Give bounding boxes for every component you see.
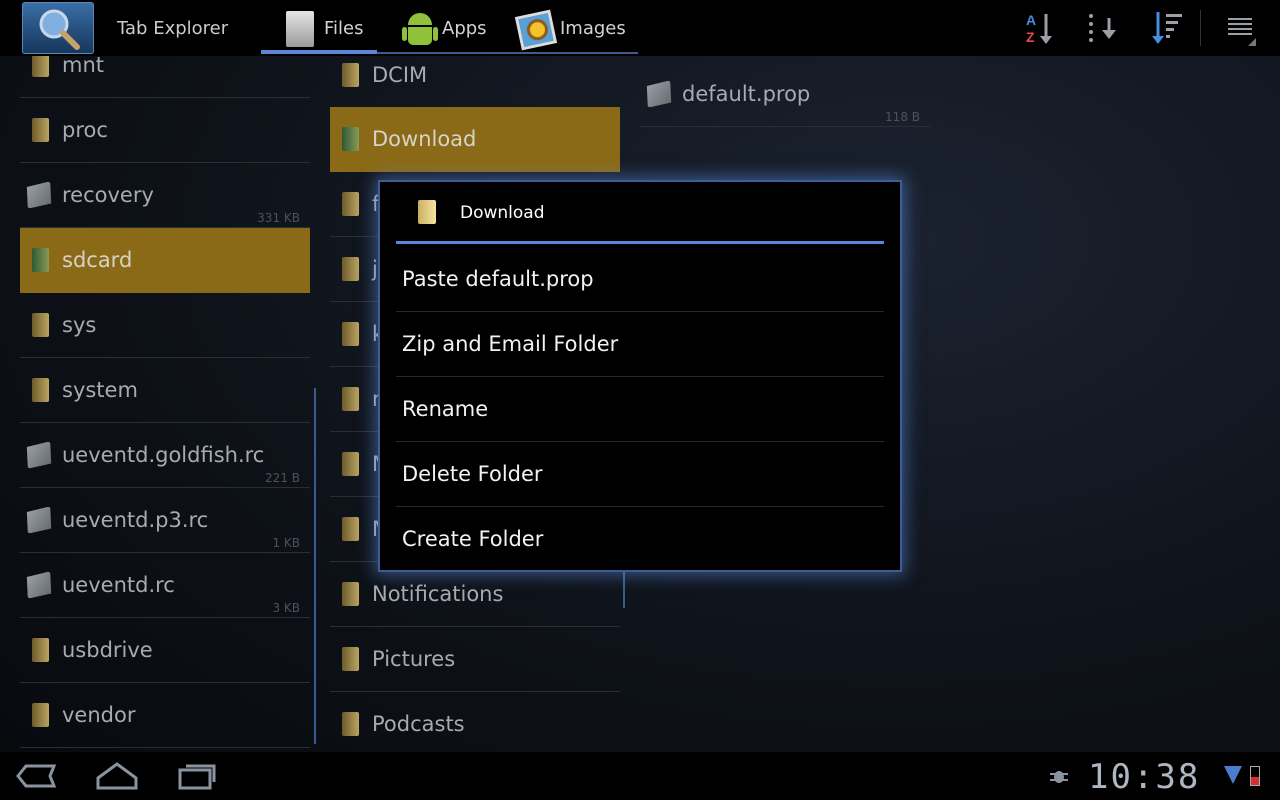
active-tab-indicator [261,50,377,54]
usb-debugging-icon [1050,768,1068,784]
folder-link-icon [32,248,49,272]
list-item[interactable]: Notifications [330,562,620,627]
status-clock: 10:38 [1088,757,1201,797]
battery-icon [1250,766,1260,786]
menu-icon [1228,18,1252,38]
action-bar: Tab Explorer Files Apps Images A Z [0,0,1280,56]
list-item[interactable]: vendor [20,683,310,748]
tab-files[interactable]: Files [280,0,364,56]
file-icon [24,506,53,533]
folder-link-icon [342,127,359,151]
action-separator [1200,10,1201,46]
back-icon [16,764,57,788]
create-folder-option[interactable]: Create Folder [396,507,884,571]
list-item[interactable]: ueventd.p3.rc 1 KB [20,488,310,553]
folder-icon [342,582,359,606]
folder-icon [32,638,49,662]
list-item[interactable]: mnt [20,56,310,98]
svg-text:A: A [1026,12,1036,28]
folder-icon [32,703,49,727]
delete-folder-option[interactable]: Delete Folder [396,442,884,507]
wifi-signal-icon [1224,766,1242,784]
images-icon [514,5,558,51]
list-item[interactable]: ueventd.rc 3 KB [20,553,310,618]
list-item-selected[interactable]: Download [330,107,620,172]
back-button[interactable] [14,760,60,792]
tab-files-label: Files [324,17,364,39]
file-icon [24,571,53,598]
file-icon [644,80,673,107]
folder-icon [32,378,49,402]
recent-apps-button[interactable] [174,760,220,792]
list-item[interactable]: system [20,358,310,423]
folder-icon [342,63,359,87]
list-item[interactable]: DCIM [330,56,620,108]
list-item[interactable]: recovery 331 KB [20,163,310,228]
file-icon [24,441,53,468]
folder-icon [342,517,359,541]
tab-apps[interactable]: Apps [398,0,487,56]
dialog-header: Download [396,182,884,244]
file-size: 221 B [265,471,300,485]
documents-icon [280,5,320,51]
rename-option[interactable]: Rename [396,377,884,442]
magnifier-icon[interactable] [22,2,94,54]
list-item[interactable]: ueventd.goldfish.rc 221 B [20,423,310,488]
folder-icon [342,322,359,346]
sort-alphabetical-icon: A Z [1026,12,1052,45]
file-size: 1 KB [272,536,300,550]
recent-apps-icon [178,764,216,790]
file-size: 331 KB [257,211,300,225]
file-size: 3 KB [272,601,300,615]
list-item-selected[interactable]: sdcard [20,228,310,293]
folder-icon [342,647,359,671]
menu-corner-indicator [1248,38,1256,46]
list-item[interactable]: proc [20,98,310,163]
paste-option[interactable]: Paste default.prop [396,247,884,312]
folder-icon [342,387,359,411]
svg-text:Z: Z [1026,29,1035,45]
sort-size-button[interactable] [1148,8,1188,48]
list-item[interactable]: default.prop 118 B [640,62,930,127]
app-title: Tab Explorer [117,18,229,39]
left-list-scrollbar[interactable] [314,388,316,744]
file-icon [24,181,53,208]
sort-order-button[interactable] [1084,8,1124,48]
sort-down-icon [1089,14,1116,42]
tab-images-label: Images [560,17,626,39]
list-item[interactable]: usbdrive [20,618,310,683]
folder-icon [418,200,436,224]
list-item[interactable]: sys [20,293,310,358]
folder-icon [342,712,359,736]
home-button[interactable] [94,760,140,792]
home-icon [96,762,138,790]
dialog-title: Download [460,203,545,223]
file-size: 118 B [885,110,920,124]
sort-az-button[interactable]: A Z [1020,8,1060,48]
tab-images[interactable]: Images [514,0,626,56]
left-file-list[interactable]: mnt proc recovery 331 KB sdcard sys syst… [20,56,310,752]
folder-context-dialog: Download Paste default.prop Zip and Emai… [380,182,900,570]
zip-email-option[interactable]: Zip and Email Folder [396,312,884,377]
list-item[interactable]: Pictures [330,627,620,692]
tab-apps-label: Apps [442,17,487,39]
list-item[interactable]: Podcasts [330,692,620,752]
folder-icon [342,452,359,476]
folder-icon [342,192,359,216]
folder-icon [32,56,49,77]
folder-icon [342,257,359,281]
android-icon [398,5,438,51]
folder-icon [32,118,49,142]
dialog-title-divider [396,241,884,244]
sort-bars-icon [1152,12,1182,44]
folder-icon [32,313,49,337]
